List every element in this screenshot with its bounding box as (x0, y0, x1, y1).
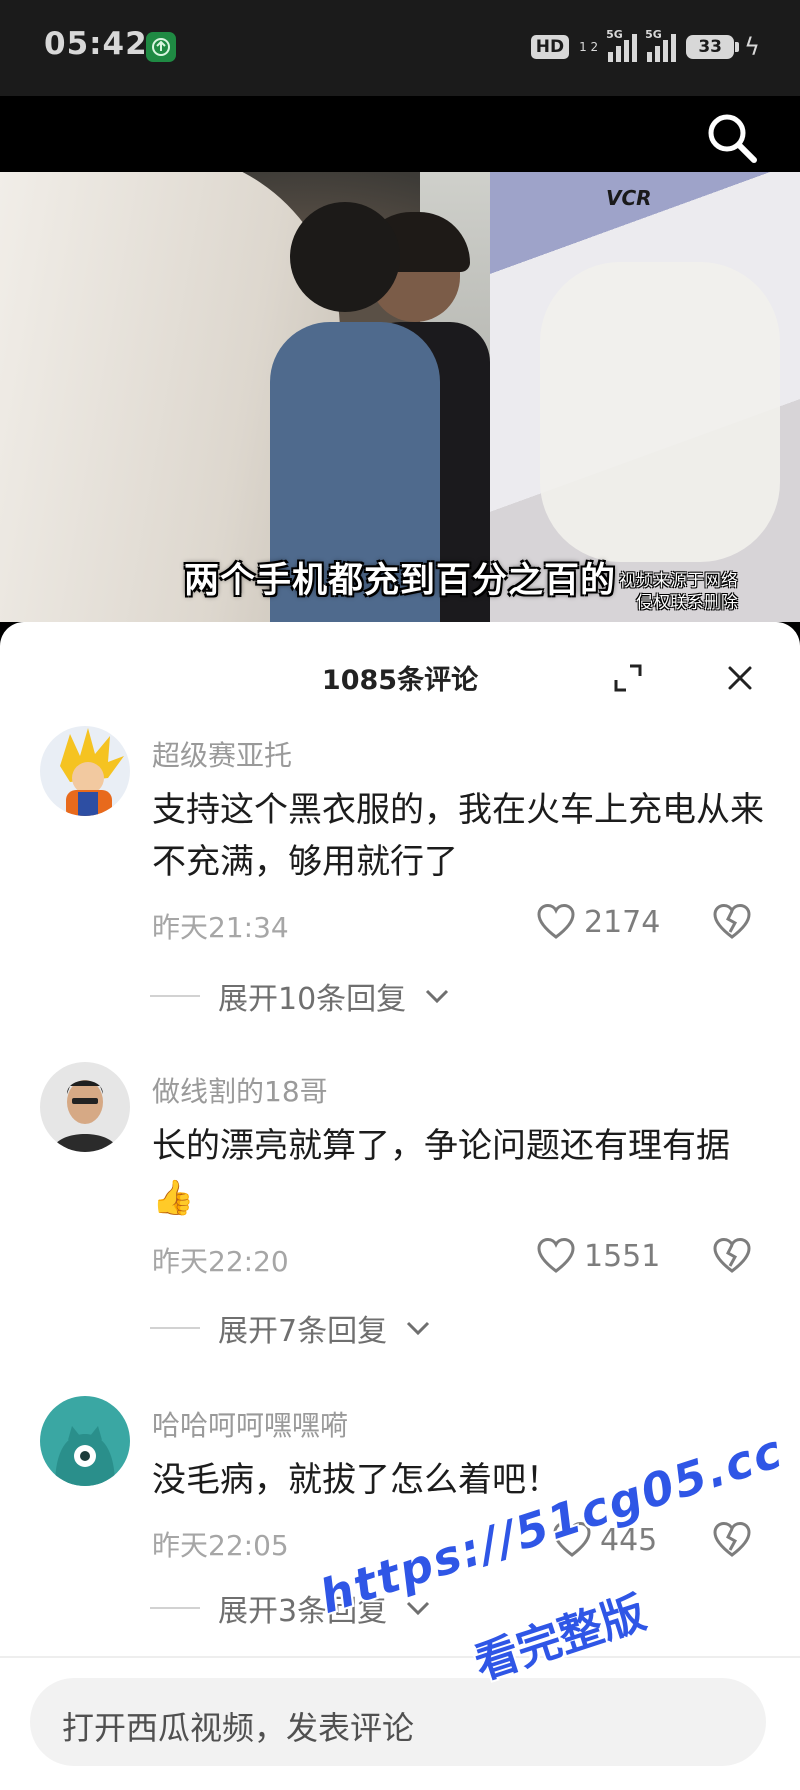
comment-username[interactable]: 做线割的18哥 (152, 1070, 328, 1110)
comment-input[interactable]: 打开西瓜视频，发表评论 (30, 1678, 766, 1766)
like-button[interactable]: 1551 (536, 1236, 660, 1276)
dislike-button[interactable] (712, 902, 752, 942)
broken-heart-icon (713, 903, 751, 939)
video-top-bar (0, 96, 800, 172)
divider (0, 1656, 800, 1658)
system-indicators: HD 1 2 5G 5G 33 ϟ (530, 28, 760, 64)
avatar[interactable] (40, 1396, 130, 1486)
notification-app-icon (146, 32, 176, 62)
chevron-down-icon (407, 1321, 430, 1336)
comments-count-title: 1085条评论 (321, 665, 479, 696)
expand-icon (614, 664, 642, 692)
replies-label: 展开10条回复 (218, 982, 407, 1017)
comment-username[interactable]: 超级赛亚托 (152, 734, 292, 774)
expand-replies-button[interactable]: 展开3条回复 (150, 1586, 431, 1630)
avatar[interactable] (40, 1062, 130, 1152)
chevron-down-icon (426, 989, 449, 1004)
replies-label: 展开3条回复 (218, 1594, 388, 1629)
clock: 05:42 (44, 26, 148, 62)
broken-heart-icon (713, 1521, 751, 1557)
expand-replies-button[interactable]: 展开10条回复 (150, 974, 450, 1018)
comments-header: 1085条评论 (0, 622, 800, 730)
signal-strength-icon-2: 5G (645, 28, 677, 62)
search-icon (708, 114, 757, 163)
like-count: 2174 (584, 904, 661, 940)
signal-strength-icon: 5G (606, 28, 638, 62)
expand-button[interactable] (612, 662, 644, 694)
comment-time: 昨天21:34 (152, 911, 289, 944)
close-icon (728, 666, 752, 690)
sim-index: 1 2 (579, 40, 599, 54)
comment-time: 昨天22:20 (152, 1245, 289, 1278)
vcr-logo: VCR (606, 186, 652, 210)
source-notice: 视频来源于网络 侵权联系删除 (619, 571, 738, 613)
video-player[interactable]: VCR 两个手机都充到百分之百的 视频来源于网络 侵权联系删除 (0, 172, 800, 622)
avatar[interactable] (40, 726, 130, 816)
comment-time: 昨天22:05 (152, 1529, 289, 1562)
dislike-button[interactable] (712, 1236, 752, 1276)
broken-heart-icon (713, 1237, 751, 1273)
like-button[interactable]: 445 (552, 1520, 657, 1560)
like-count: 1551 (584, 1238, 661, 1274)
comment-username[interactable]: 哈哈呵呵嘿嘿嗬 (152, 1404, 348, 1444)
like-count: 445 (600, 1522, 658, 1558)
comment-text: 没毛病，就拔了怎么着吧！ (152, 1460, 560, 1500)
charging-icon: ϟ (744, 33, 760, 61)
comment-text: 长的漂亮就算了，争论问题还有理有据👍 (152, 1126, 730, 1218)
battery-icon: 33 (686, 35, 740, 59)
close-button[interactable] (724, 662, 756, 694)
chevron-down-icon (407, 1601, 430, 1616)
replies-label: 展开7条回复 (218, 1314, 388, 1349)
search-button[interactable] (704, 110, 760, 166)
heart-icon (553, 1521, 591, 1557)
dislike-button[interactable] (712, 1520, 752, 1560)
comment-input-placeholder: 打开西瓜视频，发表评论 (62, 1709, 415, 1747)
expand-replies-button[interactable]: 展开7条回复 (150, 1306, 431, 1350)
heart-icon (537, 1237, 575, 1273)
comments-panel: 1085条评论 超级赛亚托 支持这个黑衣服的，我在火车上充电从来不充满，够用就行… (0, 622, 800, 1790)
heart-icon (537, 903, 575, 939)
status-bar: 05:42 HD 1 2 5G 5G 33 ϟ (0, 0, 800, 96)
like-button[interactable]: 2174 (536, 902, 660, 942)
comment-text: 支持这个黑衣服的，我在火车上充电从来不充满，够用就行了 (152, 790, 764, 882)
hd-voice-icon: HD (530, 35, 570, 59)
